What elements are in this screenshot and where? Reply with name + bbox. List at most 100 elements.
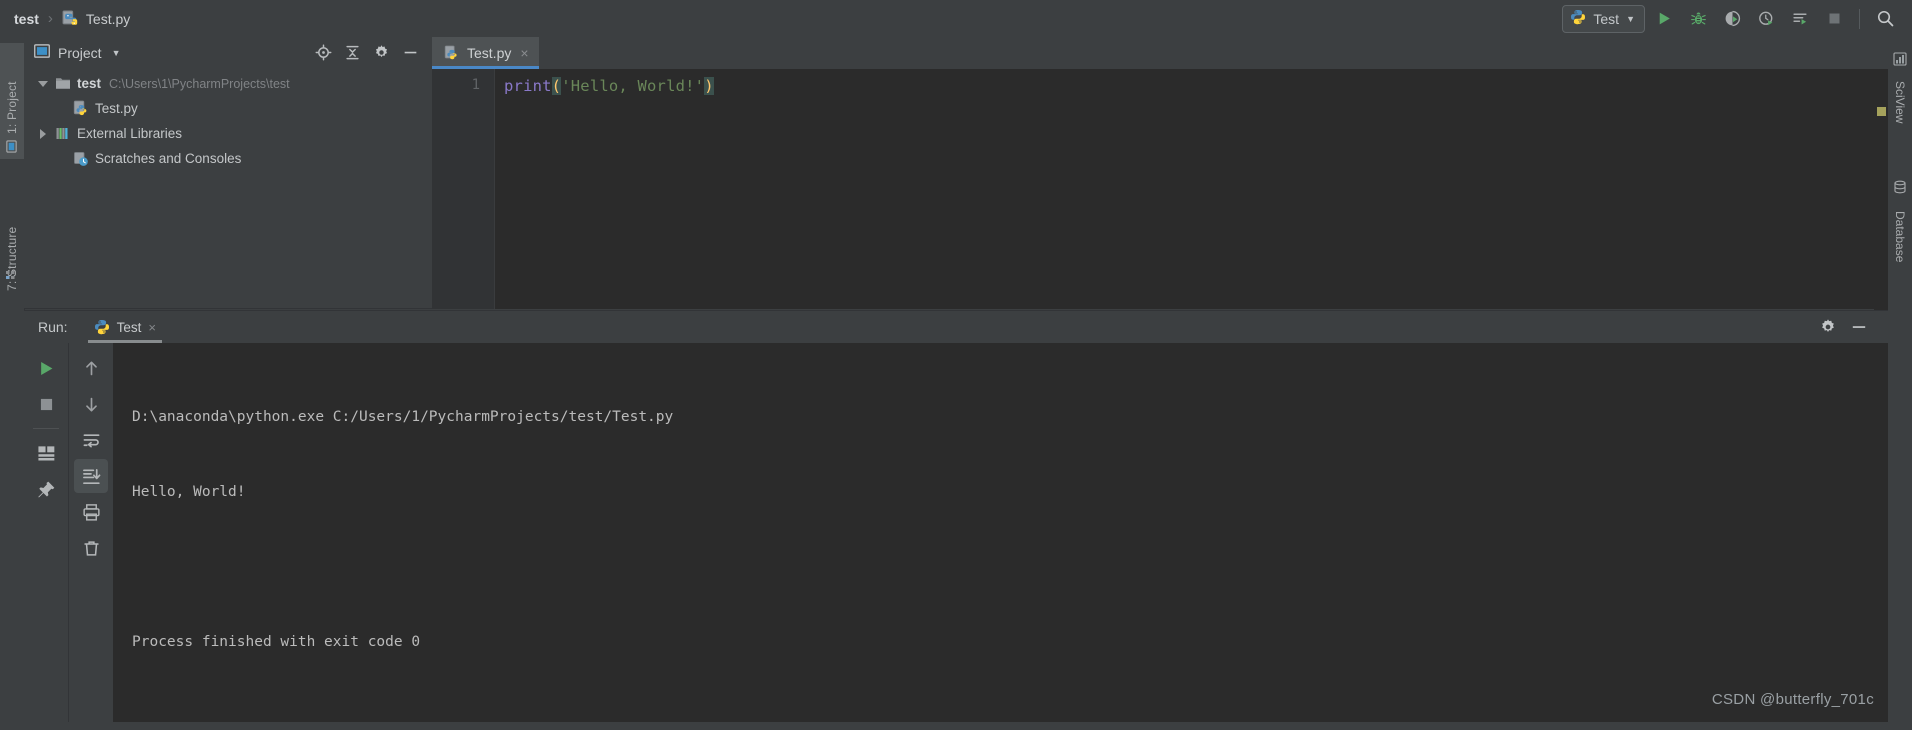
tree-item-testpy-label: Test.py xyxy=(95,101,138,116)
tree-item-scratches-label: Scratches and Consoles xyxy=(95,151,242,166)
prev-occurrence-button[interactable] xyxy=(74,351,108,385)
structure-icon xyxy=(5,269,19,286)
settings-gear-icon[interactable] xyxy=(368,40,395,66)
pin-tab-button[interactable] xyxy=(29,472,63,506)
python-file-icon xyxy=(70,100,92,117)
python-icon xyxy=(94,319,110,335)
rerun-button[interactable] xyxy=(29,351,63,385)
sidebar-item-sciview-label: SciView xyxy=(1893,81,1907,124)
run-tool-window: Run: Test × D:\anaconda\python.exe C:/Us… xyxy=(24,310,1888,722)
run-toolbar-primary xyxy=(24,343,68,722)
profile-button[interactable] xyxy=(1751,5,1781,33)
tree-item-external-libraries-label: External Libraries xyxy=(77,126,183,141)
run-configuration-selector[interactable]: Test ▼ xyxy=(1562,4,1645,33)
console-line-blank xyxy=(132,555,1888,580)
toolbar-divider xyxy=(33,428,59,429)
database-icon xyxy=(1893,180,1907,197)
console-line-output: Hello, World! xyxy=(132,484,246,500)
run-panel-header: Run: Test × xyxy=(24,311,1888,343)
sidebar-item-database[interactable]: Database xyxy=(1888,205,1912,303)
editor-tab-label: Test.py xyxy=(467,45,512,61)
run-panel-body: D:\anaconda\python.exe C:/Users/1/Pychar… xyxy=(24,343,1888,722)
tree-item-testpy[interactable]: Test.py xyxy=(24,96,432,121)
project-icon xyxy=(33,43,51,62)
code-token-string: 'Hello, World!' xyxy=(561,77,705,95)
run-toolbar-secondary xyxy=(68,343,113,722)
run-button[interactable] xyxy=(1649,5,1679,33)
tree-item-scratches[interactable]: Scratches and Consoles xyxy=(24,146,432,171)
sidebar-item-database-label: Database xyxy=(1893,211,1907,263)
breadcrumb-item-file[interactable]: Test.py xyxy=(86,11,130,27)
chevron-down-icon: ▼ xyxy=(1626,13,1635,24)
hide-icon[interactable] xyxy=(397,40,424,66)
search-button[interactable] xyxy=(1870,5,1900,33)
breadcrumb-separator: › xyxy=(47,10,53,27)
left-tool-window-bar: 1: Project 7: Structure xyxy=(0,37,25,721)
tree-item-test[interactable]: test C:\Users\1\PycharmProjects\test xyxy=(24,71,432,96)
run-with-params-button[interactable] xyxy=(1785,5,1815,33)
run-panel-label: Run: xyxy=(38,319,68,335)
code-token-open-paren: ( xyxy=(551,77,562,95)
project-panel-title: Project xyxy=(58,44,102,61)
run-tab-label: Test xyxy=(116,319,142,335)
sidebar-item-project-label: 1: Project xyxy=(5,81,19,134)
run-coverage-button[interactable] xyxy=(1717,5,1747,33)
code-editor[interactable]: 1 print('Hello, World!') xyxy=(432,69,1888,341)
stop-button[interactable] xyxy=(29,387,63,421)
editor-area: Test.py × 1 print('Hello, World!') xyxy=(432,37,1888,341)
debug-button[interactable] xyxy=(1683,5,1713,33)
print-button[interactable] xyxy=(74,495,108,529)
tree-item-test-path: C:\Users\1\PycharmProjects\test xyxy=(109,76,290,91)
project-panel-header-actions xyxy=(310,40,432,66)
close-icon[interactable]: × xyxy=(520,46,528,60)
hide-icon[interactable] xyxy=(1845,314,1872,340)
project-tool-window: Project ▼ test C:\Users\1\PycharmProject… xyxy=(24,37,432,309)
code-token-close-paren: ) xyxy=(704,77,714,95)
editor-scrollbar[interactable] xyxy=(1874,101,1888,341)
layout-button[interactable] xyxy=(29,436,63,470)
top-toolbar-actions: Test ▼ xyxy=(1562,4,1912,33)
run-panel-header-actions xyxy=(1814,314,1888,340)
console-output[interactable]: D:\anaconda\python.exe C:/Users/1/Pychar… xyxy=(113,343,1888,722)
right-tool-window-bar: SciView Database xyxy=(1887,37,1912,721)
toolbar-divider xyxy=(1859,8,1860,29)
line-number-1: 1 xyxy=(471,77,480,93)
libraries-icon xyxy=(52,126,74,141)
project-panel-divider xyxy=(24,308,432,309)
python-file-icon xyxy=(62,10,79,27)
scroll-to-end-button[interactable] xyxy=(74,459,108,493)
inspection-marker[interactable] xyxy=(1877,107,1886,116)
code-content[interactable]: print('Hello, World!') xyxy=(494,69,1888,309)
chevron-down-icon[interactable] xyxy=(34,80,52,87)
locate-icon[interactable] xyxy=(310,40,337,66)
top-toolbar: test › Test.py Test ▼ xyxy=(0,0,1912,38)
editor-tab-strip: Test.py × xyxy=(432,37,1888,69)
next-occurrence-button[interactable] xyxy=(74,387,108,421)
code-token-print: print xyxy=(504,77,552,95)
soft-wrap-button[interactable] xyxy=(74,423,108,457)
settings-gear-icon[interactable] xyxy=(1814,314,1841,340)
project-panel-header: Project ▼ xyxy=(24,37,432,68)
chevron-right-icon[interactable] xyxy=(34,128,52,139)
sidebar-item-project[interactable]: 1: Project xyxy=(0,43,24,159)
sidebar-item-sciview[interactable]: SciView xyxy=(1888,75,1912,165)
pycharm-window: test › Test.py Test ▼ 1: Project 7: Stru… xyxy=(0,0,1912,722)
run-configuration-label: Test xyxy=(1593,10,1620,27)
tree-item-external-libraries[interactable]: External Libraries xyxy=(24,121,432,146)
clear-all-button[interactable] xyxy=(74,531,108,565)
collapse-all-icon[interactable] xyxy=(339,40,366,66)
tree-item-test-label: test xyxy=(77,76,102,91)
console-line-exit: Process finished with exit code 0 xyxy=(132,634,421,650)
run-tab-test[interactable]: Test × xyxy=(87,311,162,343)
breadcrumb-item-project[interactable]: test xyxy=(14,11,39,27)
project-tree: test C:\Users\1\PycharmProjects\test Tes… xyxy=(24,68,432,171)
scratches-icon xyxy=(70,151,92,167)
editor-gutter: 1 xyxy=(432,69,494,309)
close-icon[interactable]: × xyxy=(148,320,156,335)
chevron-down-icon[interactable]: ▼ xyxy=(112,48,121,58)
stop-button[interactable] xyxy=(1819,5,1849,33)
editor-tab-testpy[interactable]: Test.py × xyxy=(432,37,539,69)
project-icon xyxy=(6,140,19,153)
python-icon xyxy=(1570,9,1586,28)
console-line-command: D:\anaconda\python.exe C:/Users/1/Pychar… xyxy=(132,409,674,425)
